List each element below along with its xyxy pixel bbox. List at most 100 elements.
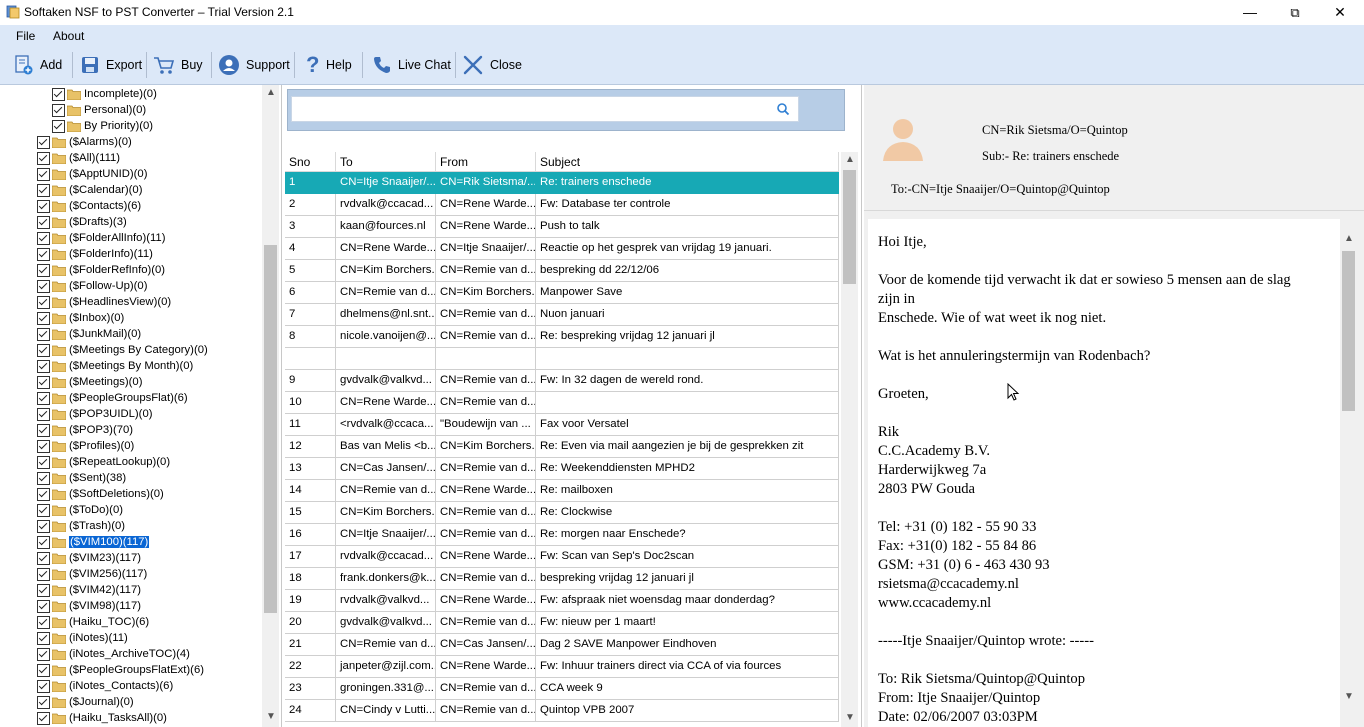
tree-item[interactable]: ($POP3UIDL)(0): [37, 406, 153, 422]
checkbox-icon[interactable]: [37, 583, 50, 597]
checkbox-icon[interactable]: [37, 535, 50, 549]
preview-scroll-thumb[interactable]: [1342, 251, 1355, 411]
checkbox-icon[interactable]: [37, 247, 50, 261]
tree-item[interactable]: ($POP3)(70): [37, 422, 133, 438]
table-row[interactable]: 6 CN=Remie van d... CN=Kim Borchers... Manp…: [285, 282, 839, 304]
tree-item[interactable]: ($VIM98)(117): [37, 598, 141, 614]
checkbox-icon[interactable]: [37, 183, 50, 197]
tree-item[interactable]: ($FolderRefInfo)(0): [37, 262, 165, 278]
checkbox-icon[interactable]: [37, 663, 50, 677]
checkbox-icon[interactable]: [37, 167, 50, 181]
checkbox-icon[interactable]: [37, 567, 50, 581]
checkbox-icon[interactable]: [37, 439, 50, 453]
preview-scrollbar[interactable]: ▲ ▼: [1340, 231, 1357, 727]
menu-about[interactable]: About: [53, 29, 84, 43]
scroll-up-icon[interactable]: ▲: [266, 87, 276, 98]
tree-item[interactable]: ($Follow-Up)(0): [37, 278, 147, 294]
minimize-button[interactable]: —: [1227, 0, 1273, 25]
checkbox-icon[interactable]: [37, 151, 50, 165]
table-row[interactable]: 3 kaan@fources.nl CN=Rene Warde... Push to …: [285, 216, 839, 238]
checkbox-icon[interactable]: [37, 295, 50, 309]
checkbox-icon[interactable]: [37, 631, 50, 645]
table-row[interactable]: 23 groningen.331@... CN=Remie van d... CCA …: [285, 678, 839, 700]
checkbox-icon[interactable]: [37, 327, 50, 341]
table-row[interactable]: 21 CN=Remie van d... CN=Cas Jansen/... Dag …: [285, 634, 839, 656]
tree-item[interactable]: (iNotes_ArchiveTOC)(4): [37, 646, 190, 662]
checkbox-icon[interactable]: [37, 487, 50, 501]
column-header-to[interactable]: To: [336, 152, 436, 172]
table-row[interactable]: 20 gvdvalk@valkvd... CN=Remie van d... Fw: …: [285, 612, 839, 634]
checkbox-icon[interactable]: [37, 199, 50, 213]
tree-item[interactable]: ($VIM42)(117): [37, 582, 141, 598]
checkbox-icon[interactable]: [37, 231, 50, 245]
tree-item[interactable]: ($FolderInfo)(11): [37, 246, 153, 262]
checkbox-icon[interactable]: [37, 359, 50, 373]
tree-item[interactable]: ($Profiles)(0): [37, 438, 134, 454]
checkbox-icon[interactable]: [37, 375, 50, 389]
support-button[interactable]: Support: [218, 50, 290, 80]
tree-item[interactable]: ($Meetings By Month)(0): [37, 358, 193, 374]
checkbox-icon[interactable]: [37, 599, 50, 613]
tree-item[interactable]: By Priority)(0): [52, 118, 153, 134]
tree-item[interactable]: ($All)(111): [37, 150, 120, 166]
tree-item[interactable]: ($SoftDeletions)(0): [37, 486, 164, 502]
checkbox-icon[interactable]: [37, 503, 50, 517]
checkbox-icon[interactable]: [52, 103, 65, 117]
tree-item[interactable]: ($Alarms)(0): [37, 134, 132, 150]
tree-item[interactable]: (Haiku_TasksAll)(0): [37, 710, 167, 726]
table-row[interactable]: 12 Bas van Melis <b... CN=Kim Borchers... R…: [285, 436, 839, 458]
tree-item[interactable]: ($Trash)(0): [37, 518, 125, 534]
table-row[interactable]: 7 dhelmens@nl.snt... CN=Remie van d... Nuon…: [285, 304, 839, 326]
table-row[interactable]: 1 CN=Itje Snaaijer/... CN=Rik Sietsma/... R…: [285, 172, 839, 194]
scroll-down-icon[interactable]: ▼: [266, 711, 276, 722]
tree-item[interactable]: ($Journal)(0): [37, 694, 134, 710]
table-row[interactable]: 11 <rvdvalk@ccaca... "Boudewijn van ... Fax…: [285, 414, 839, 436]
checkbox-icon[interactable]: [37, 215, 50, 229]
checkbox-icon[interactable]: [37, 679, 50, 693]
scroll-up-icon[interactable]: ▲: [845, 154, 855, 165]
table-row[interactable]: 16 CN=Itje Snaaijer/... CN=Remie van d... R…: [285, 524, 839, 546]
scroll-down-icon[interactable]: ▼: [1344, 691, 1354, 702]
tree-item[interactable]: ($RepeatLookup)(0): [37, 454, 170, 470]
tree-item[interactable]: ($Inbox)(0): [37, 310, 124, 326]
live-chat-button[interactable]: Live Chat: [372, 50, 451, 80]
tree-item[interactable]: Personal)(0): [52, 102, 146, 118]
menu-file[interactable]: File: [16, 29, 35, 43]
checkbox-icon[interactable]: [37, 615, 50, 629]
close-window-button[interactable]: ✕: [1317, 0, 1363, 25]
search-icon[interactable]: [776, 102, 790, 116]
buy-button[interactable]: Buy: [153, 50, 203, 80]
help-button[interactable]: ? Help: [304, 50, 352, 80]
tree-item[interactable]: (iNotes_Contacts)(6): [37, 678, 173, 694]
checkbox-icon[interactable]: [37, 551, 50, 565]
tree-item[interactable]: ($HeadlinesView)(0): [37, 294, 171, 310]
scroll-up-icon[interactable]: ▲: [1344, 233, 1354, 244]
checkbox-icon[interactable]: [37, 135, 50, 149]
add-button[interactable]: Add: [14, 50, 62, 80]
table-row[interactable]: [285, 348, 839, 370]
table-row[interactable]: 18 frank.donkers@k... CN=Remie van d... bes…: [285, 568, 839, 590]
checkbox-icon[interactable]: [37, 423, 50, 437]
table-row[interactable]: 15 CN=Kim Borchers... CN=Remie van d... Re:…: [285, 502, 839, 524]
tree-item[interactable]: ($Contacts)(6): [37, 198, 141, 214]
tree-item[interactable]: ($VIM256)(117): [37, 566, 147, 582]
tree-item[interactable]: ($ApptUNID)(0): [37, 166, 147, 182]
tree-item[interactable]: ($ToDo)(0): [37, 502, 123, 518]
search-input[interactable]: [291, 96, 799, 122]
tree-item[interactable]: ($JunkMail)(0): [37, 326, 141, 342]
column-header-sno[interactable]: Sno: [285, 152, 336, 172]
tree-item[interactable]: ($Sent)(38): [37, 470, 126, 486]
column-header-from[interactable]: From: [436, 152, 536, 172]
tree-item[interactable]: Incomplete)(0): [52, 86, 157, 102]
table-row[interactable]: 17 rvdvalk@ccacad... CN=Rene Warde... Fw: S…: [285, 546, 839, 568]
checkbox-icon[interactable]: [37, 279, 50, 293]
checkbox-icon[interactable]: [37, 263, 50, 277]
checkbox-icon[interactable]: [37, 711, 50, 725]
checkbox-icon[interactable]: [52, 87, 65, 101]
checkbox-icon[interactable]: [37, 455, 50, 469]
tree-item[interactable]: (iNotes)(11): [37, 630, 128, 646]
tree-item[interactable]: ($Calendar)(0): [37, 182, 142, 198]
maximize-button[interactable]: ⧉: [1272, 0, 1318, 25]
checkbox-icon[interactable]: [37, 647, 50, 661]
scroll-down-icon[interactable]: ▼: [845, 712, 855, 723]
